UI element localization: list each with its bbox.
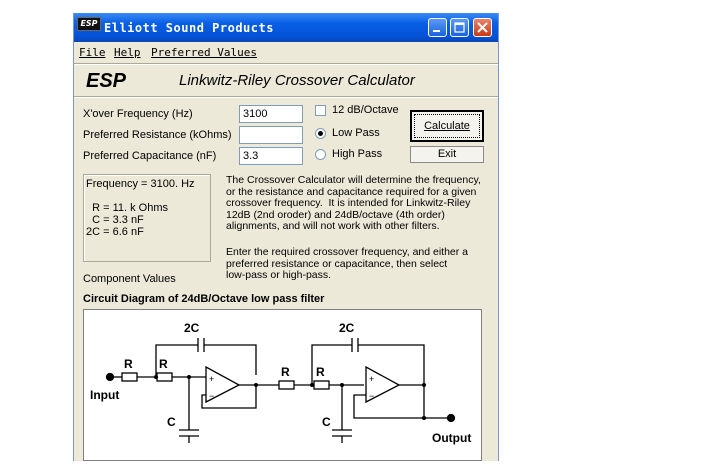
wire [353, 394, 425, 419]
input-terminal [105, 372, 115, 382]
high-pass-radio[interactable] [315, 149, 326, 160]
minimize-icon [433, 30, 440, 32]
exit-button[interactable]: Exit [410, 146, 484, 163]
junction-dot [422, 416, 426, 420]
junction-dot [310, 383, 314, 387]
label-r-4: R [316, 365, 325, 379]
description-paragraph-2: Enter the required crossover frequency, … [226, 246, 469, 282]
resistance-label: Preferred Resistance (kOhms) [83, 129, 232, 141]
resistor-2 [156, 372, 173, 382]
junction-dot [187, 375, 191, 379]
maximize-button[interactable] [450, 18, 469, 37]
junction-dot [154, 375, 158, 379]
junction-dot [422, 383, 426, 387]
minimize-button[interactable] [428, 18, 447, 37]
label-c-2: C [322, 415, 331, 429]
esp-logo: ESP [86, 70, 127, 92]
input-label: Input [90, 388, 119, 402]
menu-bar: File Help Preferred Values [74, 42, 498, 62]
resistor-3 [278, 380, 295, 390]
output-terminal [446, 413, 456, 423]
header-divider [74, 96, 498, 98]
slope-12db-label: 12 dB/Octave [332, 104, 399, 116]
diagram-title: Circuit Diagram of 24dB/Octave low pass … [83, 293, 325, 305]
junction-dot [254, 383, 258, 387]
label-2c-2: 2C [339, 321, 355, 335]
component-values-box: Frequency = 3100. Hz R = 11. k Ohms C = … [83, 174, 211, 262]
capacitor-c-2 [332, 429, 352, 443]
opamp-2-minus: − [369, 391, 374, 401]
page-title: Linkwitz-Riley Crossover Calculator [179, 72, 415, 89]
opamp-1-minus: − [209, 391, 214, 401]
capacitance-label: Preferred Capacitance (nF) [83, 150, 217, 162]
app-window: ESP Elliott Sound Products File Help Pre… [73, 13, 499, 461]
menu-divider [74, 63, 498, 65]
slope-12db-checkbox[interactable] [315, 105, 326, 116]
window-title: Elliott Sound Products [104, 21, 274, 35]
output-label: Output [432, 431, 471, 445]
menu-help[interactable]: Help [114, 46, 141, 59]
high-pass-label: High Pass [332, 148, 383, 160]
frequency-input[interactable]: 3100 [239, 105, 303, 123]
capacitor-2c-1 [197, 338, 205, 352]
menu-preferred-values[interactable]: Preferred Values [151, 46, 257, 59]
exit-button-label: Exit [437, 148, 457, 160]
junction-dot [340, 383, 344, 387]
calculate-button[interactable]: Calculate [410, 110, 484, 142]
label-r-2: R [159, 357, 168, 371]
opamp-1-plus: + [209, 374, 214, 384]
opamp-2-plus: + [369, 374, 374, 384]
frequency-label: X'over Frequency (Hz) [83, 108, 193, 120]
label-r-1: R [124, 357, 133, 371]
label-c-1: C [167, 415, 176, 429]
resistor-4 [313, 380, 330, 390]
capacitor-c-1 [179, 429, 199, 443]
capacitance-input[interactable]: 3.3 [239, 147, 303, 165]
label-2c-1: 2C [184, 321, 200, 335]
title-bar[interactable]: ESP Elliott Sound Products [74, 13, 498, 42]
low-pass-label: Low Pass [332, 127, 380, 139]
low-pass-radio[interactable] [315, 128, 326, 139]
label-r-3: R [281, 365, 290, 379]
circuit-diagram: 2C 2C R R R R C C Input Output + − + − [83, 309, 482, 461]
menu-file[interactable]: File [79, 46, 106, 59]
description-paragraph-1: The Crossover Calculator will determine … [226, 174, 481, 233]
circuit-svg: 2C 2C R R R R C C Input Output + − + − [90, 321, 471, 445]
app-icon: ESP [77, 17, 101, 31]
resistance-input[interactable] [239, 126, 303, 144]
close-icon [477, 22, 488, 33]
component-values-caption: Component Values [83, 273, 176, 285]
calculate-button-label: Calculate [424, 120, 470, 132]
close-button[interactable] [473, 18, 492, 37]
capacitor-2c-2 [351, 338, 359, 352]
maximize-icon [454, 22, 465, 33]
resistor-1 [121, 372, 138, 382]
wire [358, 344, 425, 395]
